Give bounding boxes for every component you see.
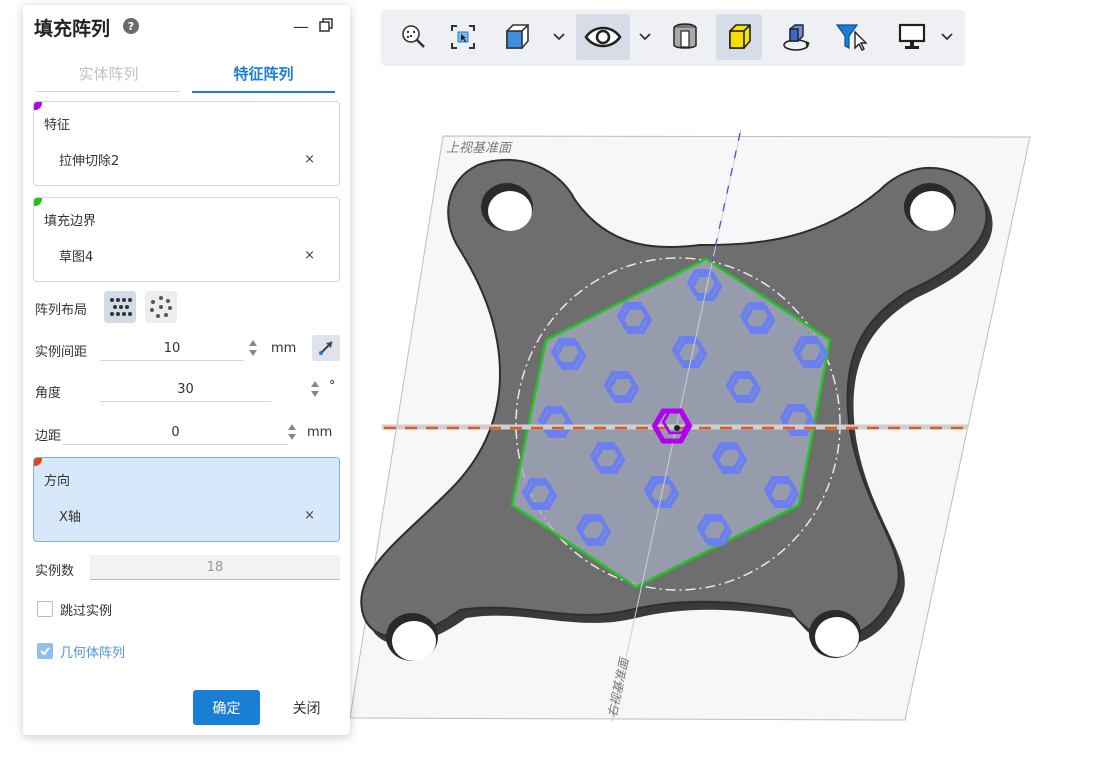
feature-color-marker bbox=[34, 102, 42, 110]
tab-feature-pattern[interactable]: 特征阵列 bbox=[192, 63, 335, 93]
spacing-unit: mm bbox=[271, 341, 297, 356]
restore-window-icon bbox=[319, 18, 333, 32]
help-icon[interactable]: ? bbox=[123, 18, 139, 34]
boundary-selection-box[interactable]: 填充边界 草图4 × bbox=[33, 197, 340, 282]
chevron-down-icon bbox=[553, 33, 565, 41]
rotate-view-icon bbox=[783, 24, 810, 51]
view-orientation-button[interactable] bbox=[496, 14, 536, 60]
top-plane-label[interactable]: 上视基准面 bbox=[446, 141, 513, 156]
zoom-to-area-icon bbox=[451, 25, 475, 49]
restore-button[interactable] bbox=[319, 17, 333, 36]
grid-dots-icon bbox=[110, 298, 132, 316]
instance-count-value: 18 bbox=[90, 555, 340, 580]
ok-button[interactable]: 确定 bbox=[193, 690, 260, 725]
measure-icon bbox=[319, 341, 333, 355]
angle-stepper[interactable] bbox=[309, 379, 321, 399]
layout-label: 阵列布局 bbox=[35, 303, 88, 318]
shaded-cube-icon bbox=[729, 24, 751, 49]
angle-unit: ° bbox=[329, 379, 336, 394]
feature-selection-box[interactable]: 特征 拉伸切除2 × bbox=[33, 101, 340, 186]
feature-value[interactable]: 拉伸切除2 bbox=[59, 150, 119, 169]
spacing-label: 实例间距 bbox=[35, 345, 88, 360]
direction-selection-box[interactable]: 方向 X轴 × bbox=[33, 457, 340, 542]
zoom-to-area-button[interactable] bbox=[442, 14, 484, 60]
direction-clear-button[interactable]: × bbox=[304, 508, 315, 523]
zoom-to-fit-icon bbox=[402, 25, 425, 48]
boundary-clear-button[interactable]: × bbox=[304, 248, 315, 263]
view-orientation-dropdown[interactable] bbox=[552, 24, 566, 50]
close-button[interactable]: 关闭 bbox=[273, 690, 340, 725]
rotate-view-button[interactable] bbox=[776, 14, 818, 60]
margin-input[interactable]: 0 bbox=[63, 420, 288, 445]
section-view-button[interactable] bbox=[664, 14, 706, 60]
angle-label: 角度 bbox=[35, 386, 62, 401]
geometry-pattern-checkbox[interactable] bbox=[37, 643, 53, 659]
spacing-stepper[interactable] bbox=[247, 338, 259, 358]
reverse-direction-button[interactable] bbox=[312, 335, 340, 361]
grid-layout-button[interactable] bbox=[104, 291, 136, 323]
chevron-down-icon bbox=[639, 33, 651, 41]
instance-count-label: 实例数 bbox=[35, 564, 75, 579]
view-orientation-icon bbox=[506, 24, 529, 49]
skip-instances-label[interactable]: 跳过实例 bbox=[60, 600, 112, 619]
margin-stepper[interactable] bbox=[286, 422, 298, 442]
selection-filter-icon bbox=[835, 24, 868, 51]
panel-title: 填充阵列 bbox=[34, 18, 111, 40]
feature-clear-button[interactable]: × bbox=[304, 152, 315, 167]
section-view-icon bbox=[673, 23, 697, 49]
direction-label: 方向 bbox=[44, 474, 71, 489]
tab-solid-pattern[interactable]: 实体阵列 bbox=[37, 63, 180, 92]
margin-label: 边距 bbox=[35, 429, 62, 444]
geometry-pattern-label[interactable]: 几何体阵列 bbox=[60, 642, 125, 661]
eye-icon bbox=[584, 26, 622, 48]
selection-filter-button[interactable] bbox=[830, 14, 874, 60]
display-settings-dropdown[interactable] bbox=[940, 24, 954, 50]
direction-color-marker bbox=[34, 458, 42, 466]
skip-instances-checkbox[interactable] bbox=[37, 601, 53, 617]
boundary-color-marker bbox=[34, 198, 42, 206]
view-toolbar bbox=[382, 10, 964, 64]
chevron-down-icon bbox=[941, 33, 953, 41]
angle-input[interactable]: 30 bbox=[100, 377, 271, 402]
hide-show-dropdown[interactable] bbox=[638, 24, 652, 50]
display-style-button[interactable] bbox=[716, 14, 762, 60]
circular-layout-button[interactable] bbox=[145, 291, 177, 323]
margin-unit: mm bbox=[307, 425, 333, 440]
zoom-to-fit-button[interactable] bbox=[392, 14, 434, 60]
minimize-button[interactable]: — bbox=[293, 17, 309, 36]
hide-show-button[interactable] bbox=[576, 14, 630, 60]
checkmark-icon bbox=[40, 647, 50, 656]
fill-pattern-panel: 填充阵列 ? — 实体阵列 特征阵列 特征 拉伸切除2 × 填充边界 草图4 ×… bbox=[23, 5, 350, 735]
feature-label: 特征 bbox=[44, 118, 71, 133]
direction-value[interactable]: X轴 bbox=[59, 506, 81, 525]
display-settings-button[interactable] bbox=[892, 14, 932, 60]
boundary-value[interactable]: 草图4 bbox=[59, 246, 93, 265]
monitor-icon bbox=[898, 23, 926, 49]
pattern-type-tabs: 实体阵列 特征阵列 bbox=[37, 63, 335, 93]
boundary-label: 填充边界 bbox=[44, 214, 97, 229]
circular-dots-icon bbox=[150, 296, 172, 318]
spacing-input[interactable]: 10 bbox=[100, 336, 244, 361]
